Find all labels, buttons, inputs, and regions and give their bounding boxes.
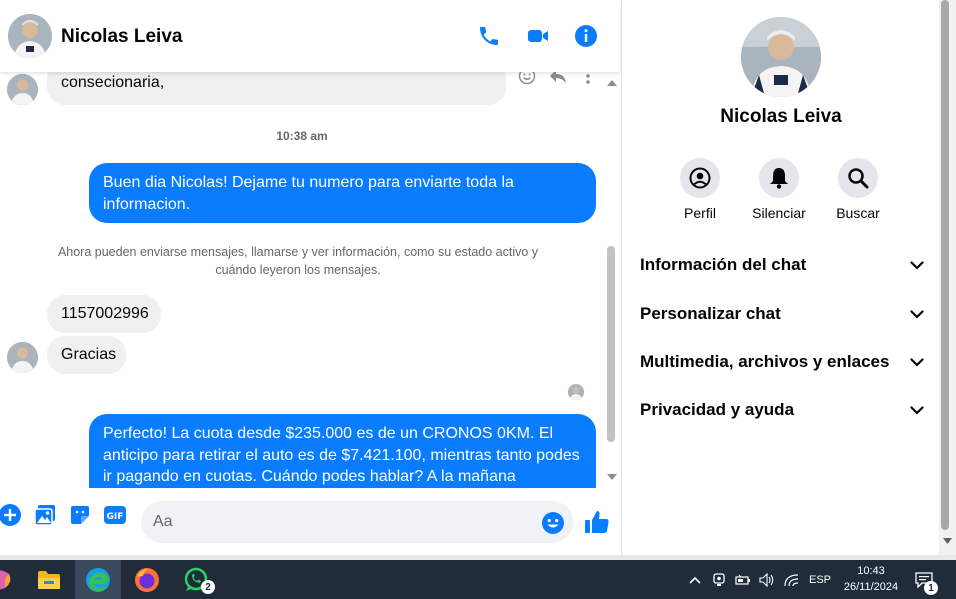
chevron-down-icon — [910, 260, 924, 270]
emoji-icon[interactable] — [540, 510, 566, 536]
clock-time: 10:43 — [857, 565, 885, 577]
chat-header: Nicolas Leiva — [0, 0, 620, 72]
profile-label: Perfil — [684, 205, 716, 221]
info-icon[interactable] — [572, 22, 600, 50]
panel-contact-avatar[interactable] — [741, 17, 821, 97]
message-bubble-incoming[interactable]: consecionaria, — [47, 72, 506, 105]
clock-date: 26/11/2024 — [843, 581, 899, 593]
contact-name[interactable]: Nicolas Leiva — [61, 26, 182, 48]
scroll-up-arrow-icon[interactable] — [607, 80, 617, 86]
message-text: Buen dia Nicolas! Dejame tu numero para … — [103, 174, 514, 213]
message-bubble-incoming[interactable]: Gracias — [47, 336, 126, 374]
mute-button[interactable]: Silenciar — [739, 158, 819, 221]
section-privacy-help[interactable]: Privacidad y ayuda — [640, 392, 924, 428]
message-timestamp: 10:38 am — [276, 129, 328, 143]
thumbs-up-icon[interactable] — [584, 509, 610, 535]
read-receipt-avatar — [568, 384, 584, 400]
edge-browser-icon[interactable] — [75, 560, 121, 599]
page: Nicolas Leiva consecionaria, 10:38 am Bu… — [0, 0, 956, 599]
firefox-icon[interactable] — [124, 560, 170, 599]
message-scrollbar-thumb[interactable] — [607, 246, 615, 442]
composer: GIF Aa — [0, 490, 620, 557]
mute-label: Silenciar — [752, 205, 806, 221]
search-button[interactable]: Buscar — [818, 158, 898, 221]
section-customize-chat[interactable]: Personalizar chat — [640, 296, 924, 332]
chevron-up-icon[interactable] — [686, 560, 704, 599]
message-text: Gracias — [61, 346, 117, 363]
message-bubble-outgoing[interactable]: Perfecto! La cuota desde $235.000 es de … — [89, 414, 596, 488]
section-label: Privacidad y ayuda — [640, 400, 795, 419]
message-avatar[interactable] — [7, 74, 38, 105]
search-icon — [838, 158, 878, 198]
message-avatar[interactable] — [7, 342, 38, 373]
section-label: Personalizar chat — [640, 304, 781, 323]
copilot-icon[interactable] — [0, 560, 24, 599]
whatsapp-badge: 2 — [201, 580, 215, 594]
chevron-down-icon — [910, 309, 924, 319]
profile-icon — [680, 158, 720, 198]
bell-icon — [759, 158, 799, 198]
system-clock[interactable]: 10:43 26/11/2024 — [832, 563, 910, 595]
chevron-down-icon — [910, 357, 924, 367]
message-text: 1157002996 — [61, 305, 149, 322]
wifi-icon[interactable] — [783, 560, 801, 599]
search-label: Buscar — [836, 205, 880, 221]
message-bubble-incoming[interactable]: 1157002996 — [47, 295, 161, 333]
taskbar: 2 ESP 10:43 26/11/2024 1 — [0, 560, 956, 599]
message-bubble-outgoing[interactable]: Buen dia Nicolas! Dejame tu numero para … — [89, 163, 596, 223]
image-icon[interactable] — [32, 502, 58, 528]
battery-icon[interactable] — [734, 560, 752, 599]
sticker-icon[interactable] — [67, 502, 93, 528]
message-text: consecionaria, — [61, 74, 165, 91]
notification-badge: 1 — [924, 581, 938, 595]
reply-icon[interactable] — [547, 72, 569, 87]
profile-button[interactable]: Perfil — [660, 158, 740, 221]
message-input[interactable]: Aa — [141, 501, 573, 543]
section-chat-info[interactable]: Información del chat — [640, 247, 924, 283]
phone-icon[interactable] — [475, 22, 503, 50]
message-list[interactable]: consecionaria, 10:38 am Buen dia Nicolas… — [0, 72, 604, 488]
section-label: Información del chat — [640, 255, 807, 274]
chevron-down-icon — [910, 405, 924, 415]
section-media-files-links[interactable]: Multimedia, archivos y enlaces — [640, 344, 924, 380]
more-options-icon[interactable] — [577, 72, 599, 87]
file-explorer-icon[interactable] — [26, 560, 72, 599]
meet-now-icon[interactable] — [711, 560, 727, 599]
message-text: Perfecto! La cuota desde $235.000 es de … — [103, 425, 580, 485]
plus-icon[interactable] — [0, 502, 23, 528]
chat-info-panel: Nicolas Leiva Perfil Silenciar Buscar In… — [621, 0, 939, 557]
emoji-react-icon[interactable] — [516, 72, 538, 87]
chat-notice: Ahora pueden enviarse mensajes, llamarse… — [57, 245, 539, 277]
message-input-placeholder: Aa — [153, 513, 173, 530]
video-call-icon[interactable] — [524, 22, 552, 50]
section-label: Multimedia, archivos y enlaces — [640, 352, 890, 371]
contact-avatar[interactable] — [8, 14, 52, 58]
browser-scrollbar-thumb[interactable] — [941, 0, 949, 530]
volume-icon[interactable] — [758, 560, 776, 599]
whatsapp-icon[interactable] — [173, 560, 219, 599]
input-language[interactable]: ESP — [806, 560, 834, 599]
chat-column: Nicolas Leiva consecionaria, 10:38 am Bu… — [0, 0, 620, 557]
scroll-down-arrow-icon[interactable] — [943, 538, 952, 544]
panel-contact-name: Nicolas Leiva — [720, 106, 842, 127]
svg-text:GIF: GIF — [107, 512, 124, 522]
scroll-down-arrow-icon[interactable] — [607, 474, 617, 480]
gif-icon[interactable]: GIF — [102, 502, 128, 528]
